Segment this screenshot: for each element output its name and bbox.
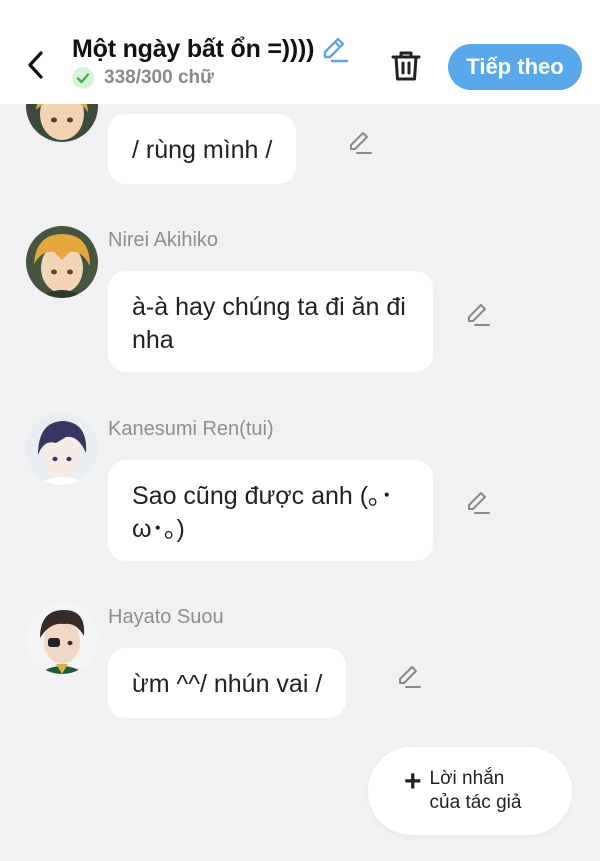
message-text: à-à hay chúng ta đi ăn đi nha xyxy=(132,293,406,354)
check-icon xyxy=(72,67,94,89)
top-bar: Một ngày bất ổn =)))) 338/300 chữ Tiếp t… xyxy=(0,0,600,104)
back-button[interactable] xyxy=(18,42,54,88)
pencil-icon xyxy=(468,492,490,514)
message-text: / rùng mình / xyxy=(132,136,273,164)
plus-icon: + xyxy=(404,765,422,798)
message-text: ừm ^^/ nhún vai / xyxy=(132,670,323,698)
delete-button[interactable] xyxy=(388,46,424,86)
next-button[interactable]: Tiếp theo xyxy=(448,44,582,90)
sender-name: Nirei Akihiko xyxy=(108,229,219,251)
author-note-button[interactable]: + Lời nhắn của tác giả xyxy=(368,747,572,835)
story-title: Một ngày bất ổn =)))) xyxy=(72,34,315,63)
edit-message-button[interactable] xyxy=(463,487,493,517)
edit-message-button[interactable] xyxy=(345,127,375,157)
avatar[interactable] xyxy=(26,413,98,485)
sender-name: Kanesumi Ren(tui) xyxy=(108,418,274,440)
trash-icon xyxy=(391,51,421,81)
sender-name: Hayato Suou xyxy=(108,606,224,628)
word-count: 338/300 chữ xyxy=(104,67,214,88)
pencil-icon xyxy=(324,37,349,63)
pencil-icon xyxy=(468,304,490,326)
back-arrow-icon xyxy=(28,51,43,79)
avatar[interactable] xyxy=(26,602,98,674)
message-text: Sao cũng được anh (｡･ω･｡) xyxy=(132,482,394,543)
pencil-icon xyxy=(350,132,372,154)
message-bubble[interactable]: ừm ^^/ nhún vai / xyxy=(108,648,347,718)
edit-message-button[interactable] xyxy=(463,299,493,329)
message-bubble[interactable]: à-à hay chúng ta đi ăn đi nha xyxy=(108,271,433,372)
title-area: Một ngày bất ổn =)))) 338/300 chữ xyxy=(72,34,350,89)
edit-title-button[interactable] xyxy=(320,34,350,64)
avatar[interactable] xyxy=(26,226,98,298)
pencil-icon xyxy=(399,666,421,688)
edit-message-button[interactable] xyxy=(394,661,424,691)
message-bubble[interactable]: / rùng mình / xyxy=(108,114,297,184)
author-note-label: Lời nhắn của tác giả xyxy=(429,768,522,813)
message-bubble[interactable]: Sao cũng được anh (｡･ω･｡) xyxy=(108,460,433,561)
